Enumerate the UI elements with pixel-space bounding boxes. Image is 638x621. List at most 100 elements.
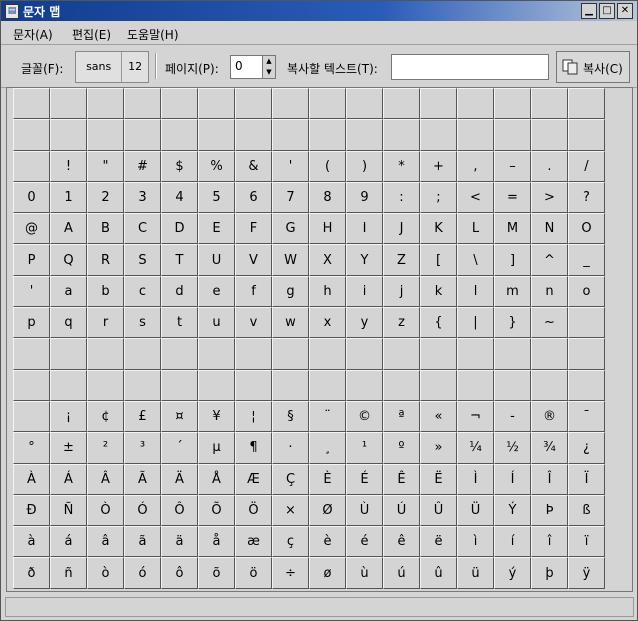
character-cell[interactable]: S (124, 244, 161, 276)
character-cell[interactable]: : (383, 181, 420, 214)
menu-edit[interactable]: 편집(E) (72, 26, 111, 43)
character-cell[interactable] (13, 400, 50, 433)
character-cell[interactable] (309, 369, 346, 401)
character-cell[interactable] (198, 369, 235, 401)
character-cell[interactable]: ¬ (457, 400, 494, 433)
character-cell[interactable]: ß (568, 494, 605, 527)
character-cell[interactable]: Û (420, 494, 457, 527)
character-cell[interactable] (272, 88, 309, 120)
character-cell[interactable]: ¥ (198, 400, 235, 433)
character-cell[interactable]: Q (50, 244, 87, 276)
character-cell[interactable]: Ù (346, 494, 383, 527)
character-cell[interactable]: » (420, 432, 457, 464)
character-cell[interactable] (346, 119, 383, 151)
character-cell[interactable]: ´ (161, 432, 198, 464)
character-cell[interactable]: w (272, 307, 309, 339)
character-cell[interactable] (235, 338, 272, 370)
character-cell[interactable]: ¶ (235, 432, 272, 464)
character-cell[interactable]: p (13, 307, 50, 339)
character-cell[interactable]: ¢ (87, 400, 124, 433)
character-cell[interactable]: á (50, 526, 87, 558)
menu-help[interactable]: 도움말(H) (127, 26, 179, 43)
character-cell[interactable]: C (124, 213, 161, 245)
character-cell[interactable]: 6 (235, 181, 272, 214)
character-cell[interactable]: ° (13, 432, 50, 464)
character-cell[interactable]: ^ (531, 244, 568, 276)
character-cell[interactable]: ] (494, 244, 531, 276)
character-cell[interactable]: Ú (383, 494, 420, 527)
character-cell[interactable]: P (13, 244, 50, 276)
character-cell[interactable]: Ê (383, 463, 420, 495)
character-cell[interactable]: d (161, 275, 198, 308)
character-cell[interactable]: ' (13, 275, 50, 308)
character-cell[interactable] (87, 369, 124, 401)
character-cell[interactable]: j (383, 275, 420, 308)
character-cell[interactable]: ì (457, 526, 494, 558)
character-cell[interactable]: Å (198, 463, 235, 495)
character-cell[interactable] (531, 338, 568, 370)
character-cell[interactable] (531, 369, 568, 401)
character-cell[interactable] (346, 88, 383, 120)
character-cell[interactable]: J (383, 213, 420, 245)
character-cell[interactable]: g (272, 275, 309, 308)
character-cell[interactable] (161, 119, 198, 151)
character-cell[interactable] (87, 338, 124, 370)
character-cell[interactable] (420, 338, 457, 370)
character-cell[interactable]: { (420, 307, 457, 339)
character-cell[interactable] (161, 338, 198, 370)
character-cell[interactable]: x (309, 307, 346, 339)
character-cell[interactable] (383, 88, 420, 120)
character-cell[interactable]: Ý (494, 494, 531, 527)
character-cell[interactable]: ! (50, 150, 87, 182)
character-cell[interactable]: m (494, 275, 531, 308)
character-cell[interactable]: t (161, 307, 198, 339)
character-cell[interactable]: k (420, 275, 457, 308)
character-cell[interactable]: ê (383, 526, 420, 558)
character-cell[interactable] (309, 119, 346, 151)
character-cell[interactable]: ® (531, 400, 568, 433)
character-cell[interactable] (50, 369, 87, 401)
character-cell[interactable]: Ä (161, 463, 198, 495)
character-cell[interactable]: r (87, 307, 124, 339)
character-cell[interactable] (494, 338, 531, 370)
spin-down-icon[interactable]: ▼ (263, 67, 275, 78)
character-cell[interactable]: ½ (494, 432, 531, 464)
maximize-button[interactable]: □ (599, 3, 615, 19)
character-cell[interactable]: ± (50, 432, 87, 464)
character-cell[interactable]: à (13, 526, 50, 558)
character-cell[interactable]: K (420, 213, 457, 245)
character-cell[interactable]: º (383, 432, 420, 464)
character-cell[interactable]: % (198, 150, 235, 182)
character-cell[interactable]: Ü (457, 494, 494, 527)
character-cell[interactable]: ² (87, 432, 124, 464)
character-cell[interactable]: £ (124, 400, 161, 433)
character-cell[interactable]: Đ (13, 494, 50, 527)
character-cell[interactable]: v (235, 307, 272, 339)
character-cell[interactable]: ¹ (346, 432, 383, 464)
character-cell[interactable]: ¸ (309, 432, 346, 464)
character-cell[interactable]: q (50, 307, 87, 339)
character-cell[interactable]: ù (346, 557, 383, 589)
character-cell[interactable]: Y (346, 244, 383, 276)
character-cell[interactable]: þ (531, 557, 568, 589)
character-cell[interactable]: · (272, 432, 309, 464)
title-bar[interactable]: ▤ 문자 맵 ▁ □ ✕ (1, 1, 637, 21)
character-cell[interactable]: À (13, 463, 50, 495)
character-cell[interactable]: ( (309, 150, 346, 182)
character-cell[interactable] (50, 119, 87, 151)
character-cell[interactable]: N (531, 213, 568, 245)
character-cell[interactable]: D (161, 213, 198, 245)
character-cell[interactable]: f (235, 275, 272, 308)
font-picker-button[interactable]: sans 12 (75, 51, 149, 83)
character-cell[interactable]: ¤ (161, 400, 198, 433)
character-cell[interactable]: 2 (87, 181, 124, 214)
character-cell[interactable]: × (272, 494, 309, 527)
character-cell[interactable]: û (420, 557, 457, 589)
character-cell[interactable] (272, 369, 309, 401)
character-cell[interactable] (50, 88, 87, 120)
character-cell[interactable]: å (198, 526, 235, 558)
character-cell[interactable]: ¨ (309, 400, 346, 433)
character-cell[interactable]: ñ (50, 557, 87, 589)
character-cell[interactable]: . (531, 150, 568, 182)
spin-up-icon[interactable]: ▲ (263, 56, 275, 67)
